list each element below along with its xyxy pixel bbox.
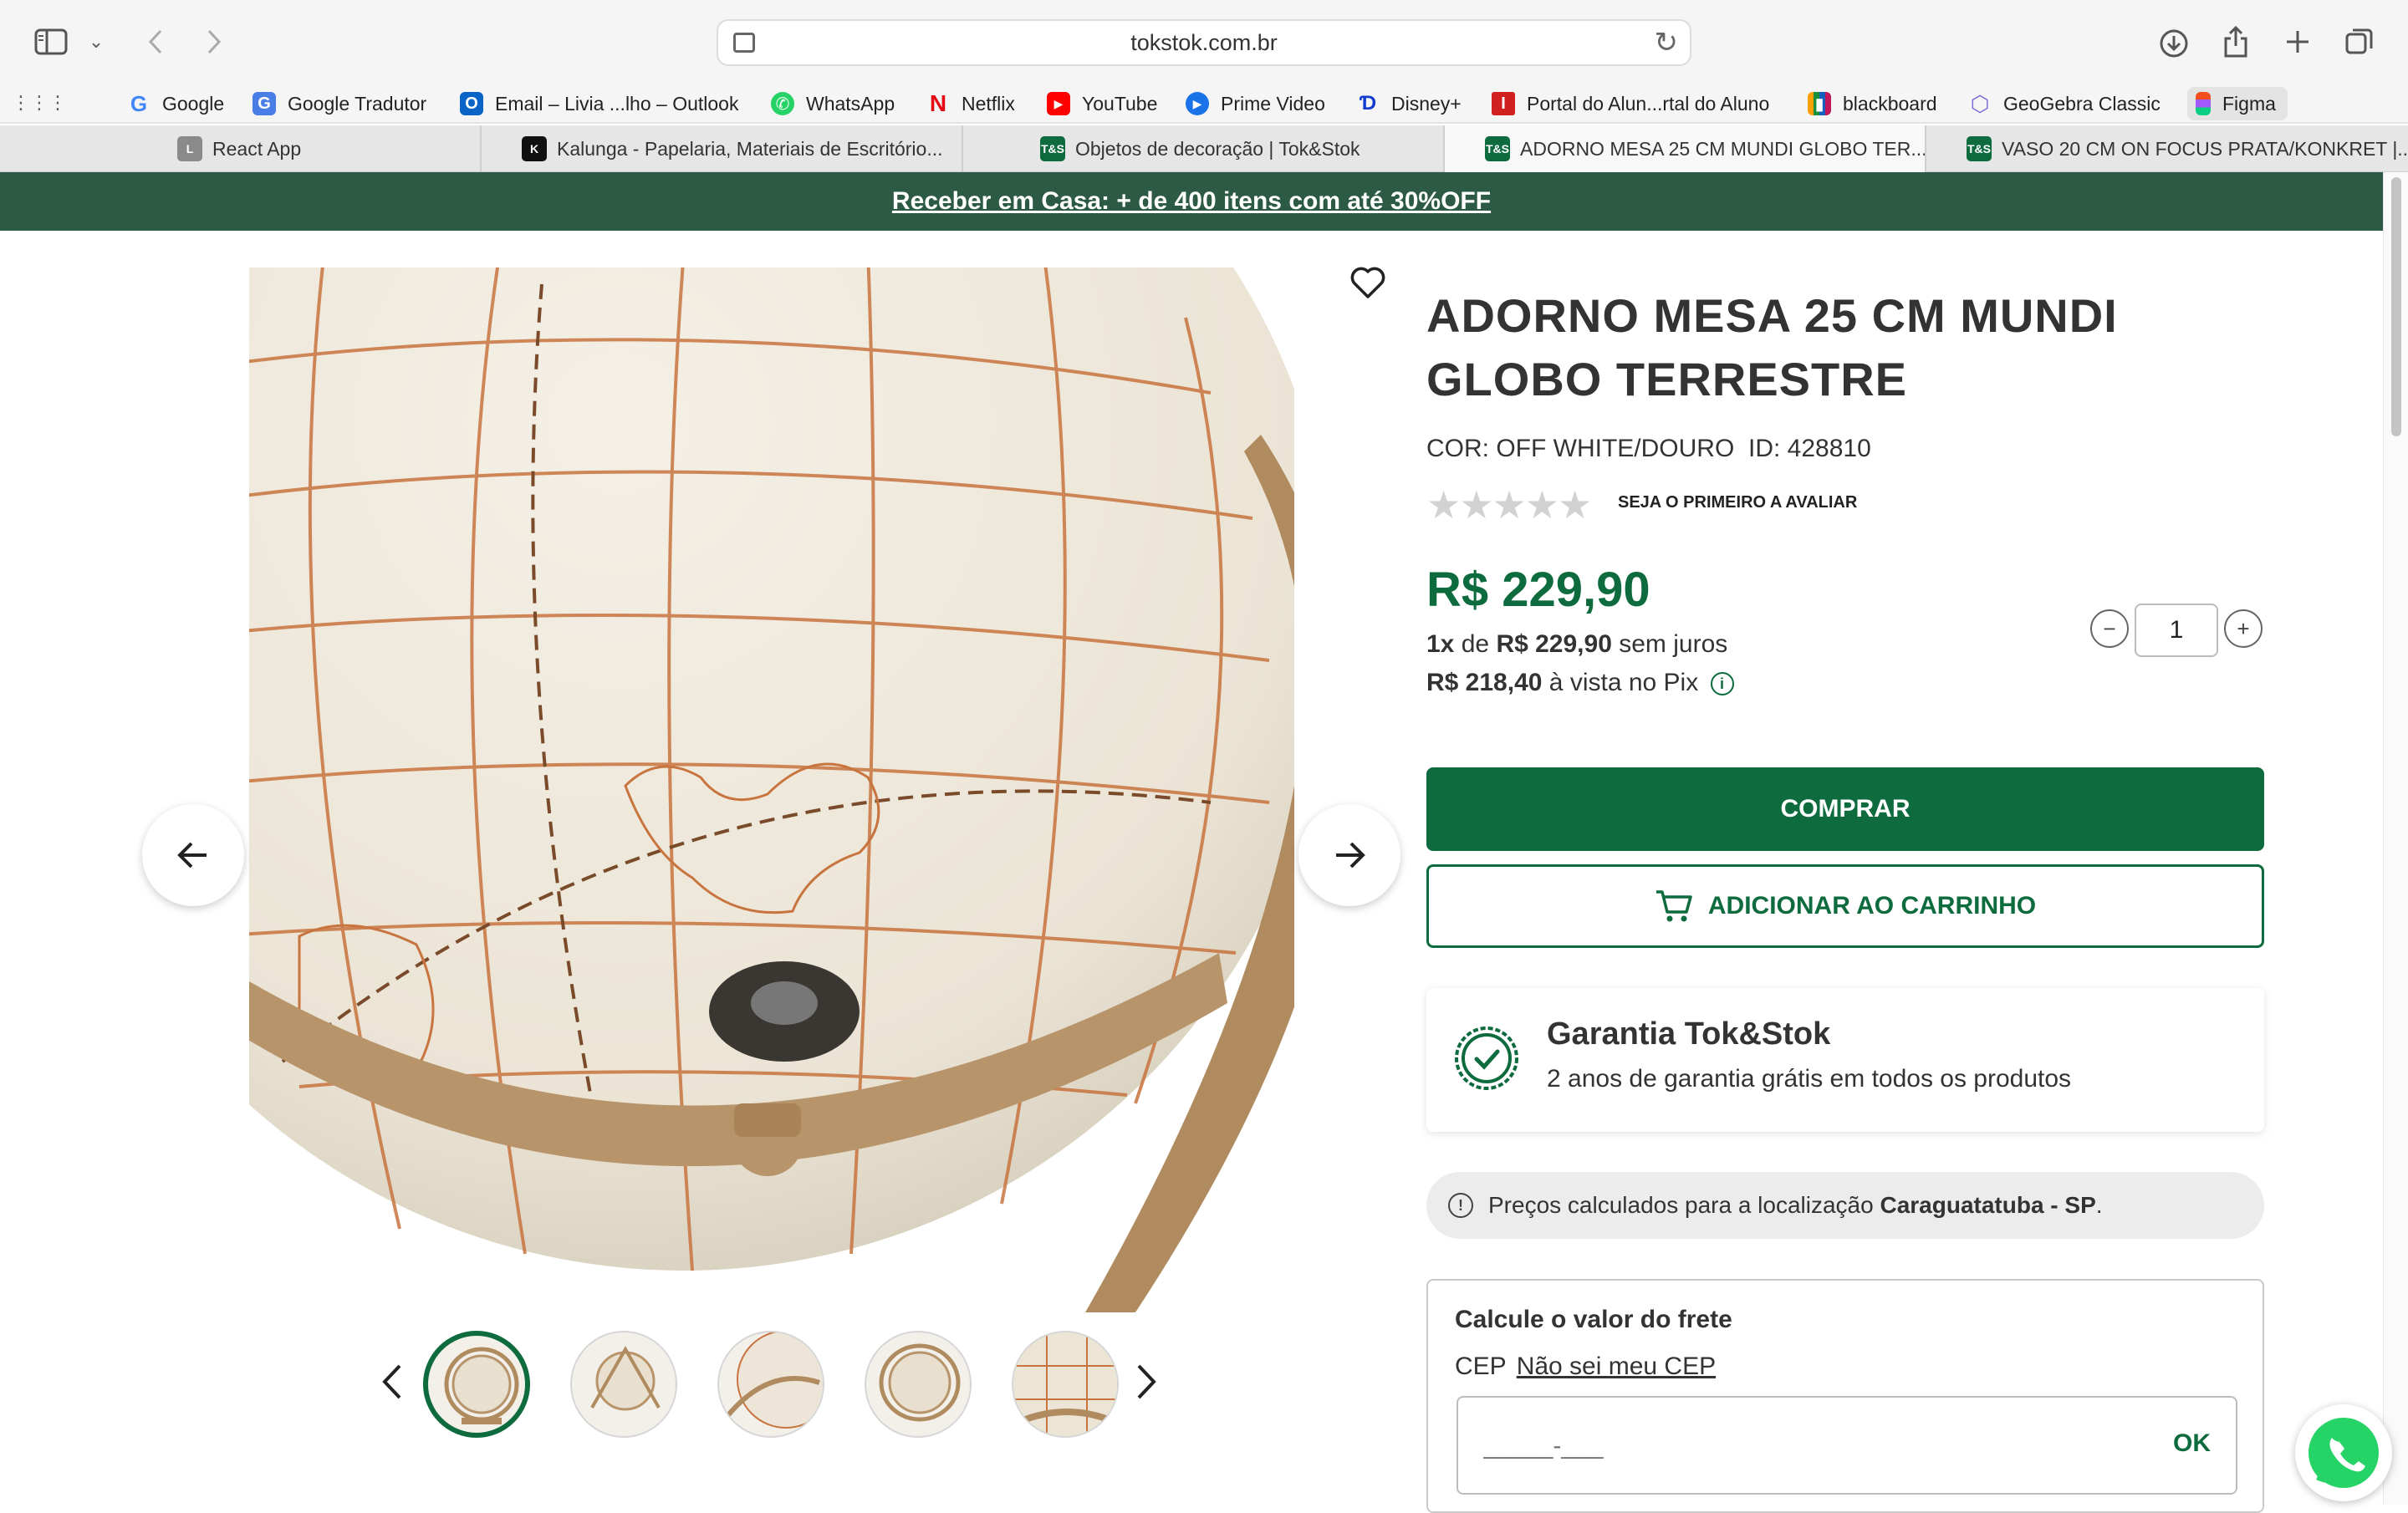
thumbnail-2[interactable] [570,1331,677,1438]
favorite-heart-icon[interactable] [1349,266,1386,303]
reload-icon[interactable]: ↻ [1655,26,1679,59]
share-icon[interactable] [2217,22,2254,62]
warranty-card: Garantia Tok&Stok 2 anos de garantia grá… [1426,988,2264,1132]
tab-react-app[interactable]: L React App [0,125,482,172]
add-to-cart-button[interactable]: ADICIONAR AO CARRINHO [1426,864,2264,948]
pix-price-text: R$ 218,40 à vista no Pix i [1426,669,1734,697]
product-main-image [249,267,1294,1312]
info-icon[interactable]: i [1710,672,1734,696]
warranty-badge-icon [1451,1023,1522,1098]
bookmark-google-tradutor[interactable]: G Google Tradutor [253,87,426,120]
bookmark-whatsapp[interactable]: ✆ WhatsApp [771,87,895,120]
google-icon: G [130,90,148,116]
bookmark-disney[interactable]: Ɗ Disney+ [1356,87,1462,120]
whatsapp-icon: ✆ [771,92,794,115]
warranty-subtitle: 2 anos de garantia grátis em todos os pr… [1547,1065,2072,1093]
buy-button[interactable]: COMPRAR [1426,767,2264,851]
product-id: ID: 428810 [1747,435,1871,462]
rating-stars-icon[interactable]: ★★★★★ [1426,482,1592,527]
bookmark-blackboard[interactable]: ▮ blackboard [1808,87,1937,120]
promo-banner[interactable]: Receber em Casa: + de 400 itens com até … [0,172,2383,231]
back-arrow-icon[interactable] [139,23,172,60]
gallery-prev-button[interactable] [142,804,244,906]
disney-icon: Ɗ [1359,92,1377,115]
arrow-right-icon [1336,842,1365,869]
page-settings-icon[interactable] [733,33,755,53]
prime-video-icon: ▶ [1186,92,1209,115]
shipping-calculator: Calcule o valor do frete CEP Não sei meu … [1426,1279,2264,1513]
apps-grid-icon[interactable]: ⋮⋮⋮ [12,90,67,115]
tokstok-icon: T&S [1485,136,1510,161]
info-icon: ! [1448,1193,1473,1218]
bookmark-youtube[interactable]: ▶ YouTube [1047,87,1157,120]
react-app-icon: L [177,136,202,161]
unknown-cep-link[interactable]: Não sei meu CEP [1517,1353,1716,1380]
tab-adorno-mesa[interactable]: T&S ADORNO MESA 25 CM MUNDI GLOBO TER... [1445,125,1926,172]
product-meta: COR: OFF WHITE/DOURO ID: 428810 [1426,435,1871,463]
browser-toolbar: ⌄ tokstok.com.br ↻ [0,0,2408,84]
geogebra-icon: ⬡ [1970,90,1990,116]
tab-kalunga[interactable]: K Kalunga - Papelaria, Materiais de Escri… [482,125,963,172]
outlook-icon: O [460,92,483,115]
location-notice: ! Preços calculados para a localização C… [1426,1172,2264,1239]
product-title: ADORNO MESA 25 CM MUNDI GLOBO TERRESTRE [1426,289,2118,405]
cep-ok-button[interactable]: OK [2173,1429,2211,1458]
tab-bar: L React App K Kalunga - Papelaria, Materia… [0,125,2408,172]
forward-arrow-icon[interactable] [197,23,231,60]
cep-field[interactable]: OK [1457,1396,2237,1495]
cep-label-row: CEP Não sei meu CEP [1455,1353,1717,1380]
figma-icon [2196,92,2211,115]
portal-icon: I [1492,92,1515,115]
address-bar[interactable]: tokstok.com.br ↻ [717,19,1691,66]
installments-text: 1x de R$ 229,90 sem juros [1426,630,1728,658]
netflix-icon: N [929,90,947,116]
bookmark-portal-aluno[interactable]: I Portal do Alun...rtal do Aluno [1492,87,1769,120]
youtube-icon: ▶ [1047,92,1070,115]
url-text: tokstok.com.br [1130,29,1278,55]
thumbnail-1[interactable] [423,1331,530,1438]
new-tab-icon[interactable] [2279,23,2316,60]
thumbnail-next-icon[interactable] [1135,1363,1157,1405]
whatsapp-chat-button[interactable] [2295,1404,2392,1501]
bookmark-google[interactable]: G Google [127,87,224,120]
page-scrollbar[interactable] [2383,172,2408,1505]
thumbnail-5[interactable] [1012,1331,1119,1438]
quantity-increase-button[interactable]: + [2224,609,2263,648]
product-color: COR: OFF WHITE/DOURO [1426,435,1735,462]
product-price: R$ 229,90 [1426,563,1650,617]
thumbnail-prev-icon[interactable] [381,1363,403,1405]
rating-cta[interactable]: SEJA O PRIMEIRO A AVALIAR [1618,493,1857,512]
tab-vaso[interactable]: T&S VASO 20 CM ON FOCUS PRATA/KONKRET |..… [1926,125,2408,172]
warranty-title: Garantia Tok&Stok [1547,1016,1831,1052]
thumbnail-3[interactable] [717,1331,824,1438]
gallery-next-button[interactable] [1298,804,1400,906]
location-city[interactable]: Caraguatatuba - SP [1880,1192,2095,1219]
bookmark-geogebra[interactable]: ⬡ GeoGebra Classic [1968,87,2161,120]
shipping-title: Calcule o valor do frete [1455,1306,1732,1333]
bookmark-outlook[interactable]: O Email – Livia ...lho – Outlook [460,87,738,120]
quantity-decrease-button[interactable]: − [2090,609,2129,648]
blackboard-icon: ▮ [1808,92,1831,115]
bookmark-prime-video[interactable]: ▶ Prime Video [1186,87,1325,120]
bookmark-netflix[interactable]: N Netflix [926,87,1015,120]
bookmarks-bar: ⋮⋮⋮ G Google G Google Tradutor O Email – Li… [0,84,2408,124]
kalunga-icon: K [522,136,547,161]
translate-icon: G [253,92,276,115]
cart-icon [1656,890,1692,922]
sidebar-toggle-icon[interactable] [32,23,70,60]
tokstok-icon: T&S [1040,136,1065,161]
thumbnail-4[interactable] [865,1331,972,1438]
tab-objetos-decoracao[interactable]: T&S Objetos de decoração | Tok&Stok [963,125,1445,172]
quantity-input[interactable] [2135,604,2218,657]
whatsapp-icon [2309,1418,2379,1488]
downloads-icon[interactable] [2155,25,2192,62]
chevron-down-icon[interactable]: ⌄ [85,27,107,57]
cep-input[interactable] [1483,1423,2069,1470]
tab-overview-icon[interactable] [2341,23,2378,60]
arrow-left-icon [177,842,207,869]
tokstok-icon: T&S [1967,136,1992,161]
scrollbar-thumb[interactable] [2391,177,2401,436]
bookmark-figma[interactable]: Figma [2187,87,2288,120]
